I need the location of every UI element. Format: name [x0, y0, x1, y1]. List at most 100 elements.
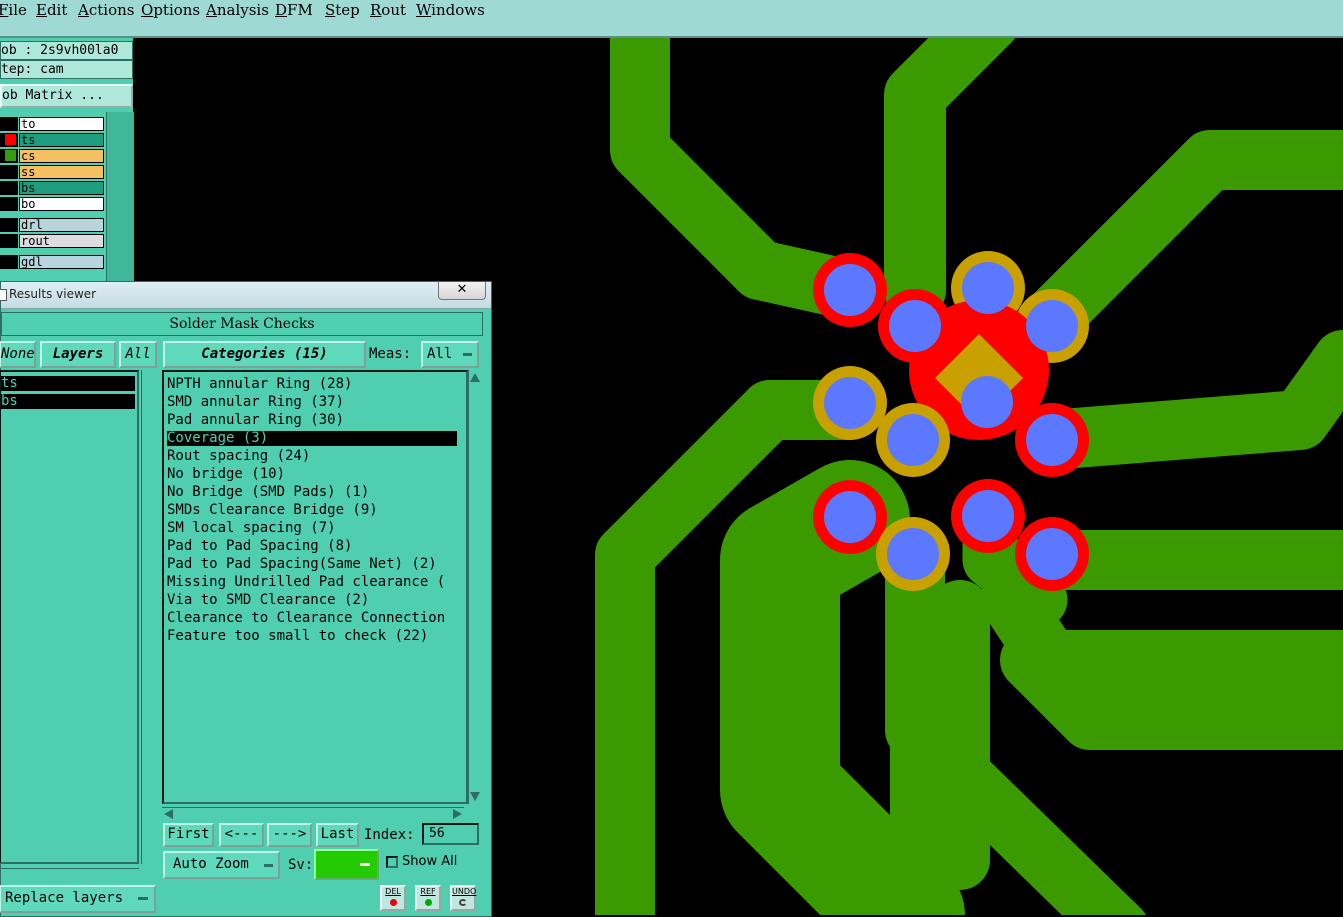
layer-row-to[interactable]: to — [0, 117, 104, 131]
layer-row-gdl[interactable]: gdl — [0, 255, 104, 269]
layer-color-swatch — [5, 118, 16, 129]
layer-name: cs — [19, 149, 104, 163]
auto-zoom-dropdown[interactable]: Auto Zoom — [163, 851, 280, 879]
close-button[interactable]: ✕ — [438, 282, 486, 300]
layer-color-swatch — [5, 219, 16, 230]
auto-zoom-label: Auto Zoom — [173, 856, 249, 872]
delete-button[interactable]: DEL — [380, 885, 406, 911]
layers-button[interactable]: Layers — [40, 341, 116, 368]
menu-actions[interactable]: Actions — [78, 1, 134, 19]
layer-color-swatch — [5, 256, 16, 267]
layer-row-drl[interactable]: drl — [0, 218, 104, 232]
step-field: tep: cam — [0, 60, 133, 79]
window-title: Results viewer — [9, 287, 97, 301]
replace-layers-dropdown[interactable]: Replace layers — [0, 885, 156, 913]
layer-name: gdl — [19, 255, 104, 269]
menu-windows[interactable]: Windows — [416, 1, 485, 19]
meas-value: All — [427, 346, 453, 362]
all-button[interactable]: All — [119, 341, 157, 368]
layer-name: drl — [19, 218, 104, 232]
layer-marker[interactable] — [0, 218, 18, 232]
menu-options[interactable]: Options — [141, 1, 200, 19]
category-item[interactable]: Pad to Pad Spacing (8) — [167, 539, 457, 554]
dropdown-icon — [360, 863, 370, 866]
category-item[interactable]: No Bridge (SMD Pads) (1) — [167, 485, 457, 500]
categories-scrollbar[interactable] — [468, 370, 482, 804]
category-item[interactable]: Clearance to Clearance Connection — [167, 611, 457, 626]
first-button[interactable]: First — [163, 823, 214, 847]
layer-row-rout[interactable]: rout — [0, 234, 104, 248]
category-item[interactable]: Pad to Pad Spacing(Same Net) (2) — [167, 557, 457, 572]
category-item[interactable]: No bridge (10) — [167, 467, 457, 482]
layer-row-cs[interactable]: cs — [0, 149, 104, 163]
categories-hscrollbar[interactable] — [162, 807, 464, 819]
layer-marker[interactable] — [0, 149, 18, 163]
category-item[interactable]: SM local spacing (7) — [167, 521, 457, 536]
scroll-up-icon[interactable] — [470, 373, 480, 382]
layer-marker[interactable] — [0, 181, 18, 195]
layer-marker[interactable] — [0, 255, 18, 269]
layer-name: ts — [19, 133, 104, 147]
meas-dropdown[interactable]: All — [421, 341, 479, 368]
refresh-icon — [424, 899, 432, 906]
prev-button[interactable]: <--- — [219, 823, 264, 847]
scroll-down-icon[interactable] — [470, 792, 480, 801]
severity-color-dropdown[interactable] — [314, 849, 379, 880]
menu-dfm[interactable]: DFM — [275, 1, 313, 19]
layer-row-ts[interactable]: ts — [0, 133, 104, 147]
category-item[interactable]: SMD annular Ring (37) — [167, 395, 457, 410]
category-item[interactable]: NPTH annular Ring (28) — [167, 377, 457, 392]
layer-color-swatch — [5, 134, 16, 145]
delete-icon — [389, 899, 397, 906]
menu-analysis[interactable]: Analysis — [206, 1, 269, 19]
show-all-checkbox[interactable] — [386, 856, 398, 868]
results-viewer-titlebar[interactable]: Results viewer ✕ — [0, 282, 491, 309]
category-item[interactable]: Via to SMD Clearance (2) — [167, 593, 457, 608]
layers-hscrollbar[interactable] — [1, 868, 139, 880]
menu-rout[interactable]: Rout — [370, 1, 406, 19]
layer-marker[interactable] — [0, 117, 18, 131]
menu-edit[interactable]: Edit — [36, 1, 67, 19]
layer-color-swatch — [5, 182, 16, 193]
layer-item-bs[interactable]: bs — [1, 394, 135, 409]
window-icon — [0, 289, 7, 301]
next-button[interactable]: ---> — [267, 823, 312, 847]
layer-color-swatch — [5, 166, 16, 177]
category-item[interactable]: Pad annular Ring (30) — [167, 413, 457, 428]
menu-step[interactable]: Step — [325, 1, 360, 19]
menu-bar: File Edit Actions Options Analysis DFM S… — [0, 0, 1343, 38]
layer-marker[interactable] — [0, 234, 18, 248]
undo-label: UNDO — [452, 887, 477, 896]
layer-row-ss[interactable]: ss — [0, 165, 104, 179]
none-button[interactable]: None — [0, 341, 36, 368]
layer-name: bs — [19, 181, 104, 195]
category-item[interactable]: Missing Undrilled Pad clearance ( — [167, 575, 457, 590]
index-input[interactable]: 56 — [422, 823, 479, 845]
layer-row-bs[interactable]: bs — [0, 181, 104, 195]
layer-color-swatch — [5, 235, 16, 246]
layer-marker[interactable] — [0, 165, 18, 179]
layer-panel-scrollbar[interactable] — [106, 112, 134, 282]
undo-button[interactable]: UNDO — [450, 885, 476, 911]
layer-item-ts[interactable]: ts — [1, 376, 135, 391]
layer-name: ss — [19, 165, 104, 179]
category-item[interactable]: Feature too small to check (22) — [167, 629, 457, 644]
category-item[interactable]: Coverage (3) — [167, 431, 457, 446]
scroll-right-icon[interactable] — [453, 809, 462, 819]
menu-file[interactable]: File — [0, 1, 27, 19]
layers-scrollbar[interactable] — [141, 370, 156, 864]
layer-name: bo — [19, 197, 104, 211]
job-matrix-button[interactable]: ob Matrix ... — [0, 84, 133, 108]
categories-button[interactable]: Categories (15) — [163, 341, 366, 368]
layer-marker[interactable] — [0, 197, 18, 211]
categories-listbox: NPTH annular Ring (28) SMD annular Ring (… — [162, 370, 468, 804]
layer-marker[interactable] — [0, 133, 18, 147]
dropdown-icon — [138, 897, 148, 900]
category-item[interactable]: Rout spacing (24) — [167, 449, 457, 464]
dropdown-icon — [463, 353, 472, 356]
scroll-left-icon[interactable] — [164, 809, 173, 819]
category-item[interactable]: SMDs Clearance Bridge (9) — [167, 503, 457, 518]
last-button[interactable]: Last — [316, 823, 359, 847]
refresh-button[interactable]: REF — [415, 885, 441, 911]
layer-row-bo[interactable]: bo — [0, 197, 104, 211]
